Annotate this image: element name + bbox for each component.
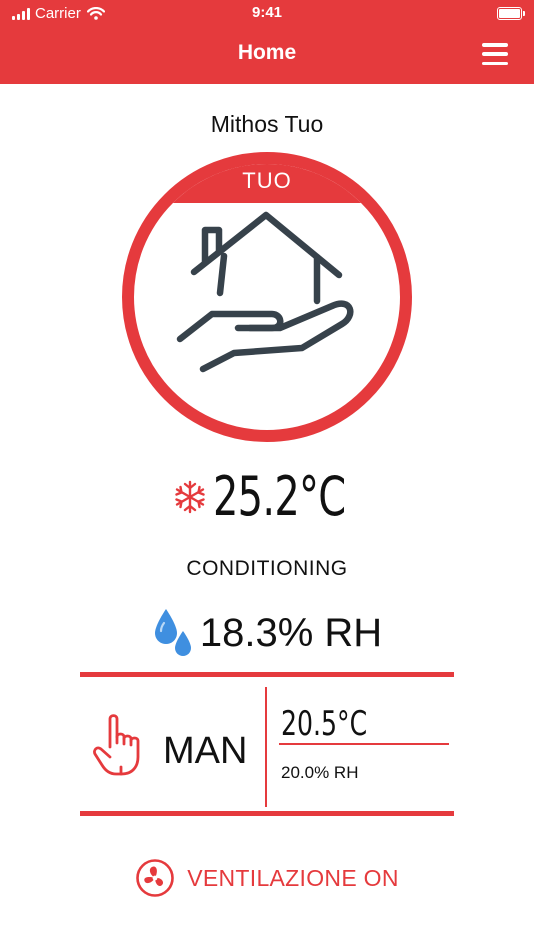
- app-header: Carrier 9:41 Home: [0, 0, 534, 84]
- current-humidity: 18.3% RH: [199, 610, 383, 655]
- control-panel: MAN 20.5°C 20.0% RH: [80, 672, 454, 816]
- ventilation-toggle[interactable]: VENTILAZIONE ON: [0, 858, 534, 898]
- setpoint-underline: [279, 743, 449, 745]
- setpoint-humidity[interactable]: 20.0% RH: [281, 763, 358, 783]
- status-time: 9:41: [251, 4, 283, 21]
- operating-mode: CONDITIONING: [186, 557, 348, 580]
- device-badge[interactable]: TUO: [122, 152, 412, 442]
- water-drops-icon: [154, 609, 191, 656]
- humidity-row: 18.3% RH: [0, 607, 534, 659]
- ventilation-label: VENTILAZIONE ON: [187, 864, 399, 891]
- setpoint-temperature[interactable]: 20.5°C: [281, 704, 367, 744]
- snowflake-icon: [175, 480, 205, 513]
- current-temperature: 25.2°C: [213, 465, 346, 528]
- manual-mode-label[interactable]: MAN: [163, 730, 247, 773]
- status-bar: Carrier 9:41: [0, 0, 534, 28]
- battery-icon: [497, 7, 525, 20]
- temperature-row: 25.2°C: [0, 465, 534, 528]
- panel-divider: [265, 687, 267, 807]
- fan-icon: [136, 859, 175, 897]
- badge-label: TUO: [242, 168, 292, 193]
- hamburger-menu-icon[interactable]: [482, 43, 508, 65]
- device-name: Mithos Tuo: [210, 111, 324, 137]
- hand-pointer-icon[interactable]: [92, 713, 148, 777]
- page-title: Home: [237, 41, 297, 64]
